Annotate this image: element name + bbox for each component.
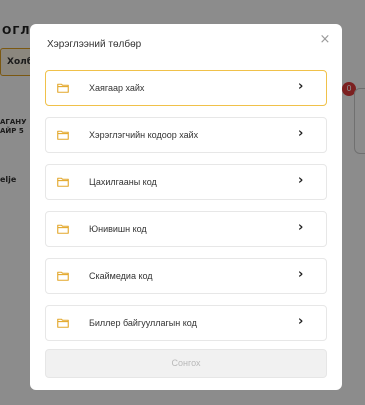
chevron-right-icon: › [298,173,304,188]
close-icon[interactable]: × [317,32,333,48]
option-label: Биллер байгууллагын код [89,318,197,328]
modal-header: Хэрэглээний төлбөр × [30,24,342,68]
folder-icon [57,271,69,281]
select-button[interactable]: Сонгох [45,349,327,378]
utility-payment-modal: Хэрэглээний төлбөр × Хаягаар хайх › Хэрэ… [30,24,342,390]
folder-icon [57,318,69,328]
chevron-right-icon: › [298,79,304,94]
folder-icon [57,224,69,234]
option-skymedia-code[interactable]: Скаймедиа код › [45,258,327,294]
folder-icon [57,130,69,140]
chevron-right-icon: › [298,267,304,282]
option-label: Юнивишн код [89,224,147,234]
option-label: Скаймедиа код [89,271,153,281]
option-search-by-customer-code[interactable]: Хэрэглэгчийн кодоор хайх › [45,117,327,153]
modal-title: Хэрэглээний төлбөр [47,39,142,50]
option-biller-code[interactable]: Биллер байгууллагын код › [45,305,327,341]
option-list: Хаягаар хайх › Хэрэглэгчийн кодоор хайх … [45,70,327,352]
option-search-by-address[interactable]: Хаягаар хайх › [45,70,327,106]
option-electricity-code[interactable]: Цахилгааны код › [45,164,327,200]
chevron-right-icon: › [298,126,304,141]
option-univision-code[interactable]: Юнивишн код › [45,211,327,247]
folder-icon [57,177,69,187]
option-label: Хаягаар хайх [89,83,145,93]
chevron-right-icon: › [298,314,304,329]
option-label: Хэрэглэгчийн кодоор хайх [89,130,199,140]
folder-icon [57,83,69,93]
option-label: Цахилгааны код [89,177,157,187]
chevron-right-icon: › [298,220,304,235]
